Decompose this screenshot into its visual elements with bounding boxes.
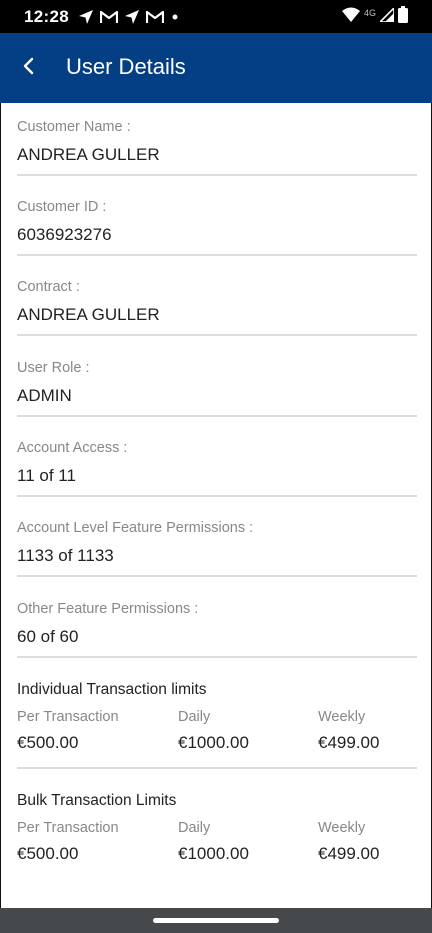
back-button[interactable] <box>14 53 44 83</box>
weekly-limit: Weekly €499.00 <box>318 820 379 864</box>
customer-name-field: Customer Name : ANDREA GULLER <box>17 103 417 176</box>
wifi-icon <box>341 7 360 27</box>
system-icons: 4G <box>341 5 408 28</box>
bulk-transaction-limits: Bulk Transaction Limits Per Transaction … <box>17 792 417 872</box>
limit-value: €500.00 <box>17 844 79 863</box>
section-title: Bulk Transaction Limits <box>17 792 177 809</box>
field-label: User Role : <box>17 360 90 376</box>
limit-label: Daily <box>178 709 211 725</box>
system-navigation-bar <box>0 908 432 933</box>
gmail-icon <box>100 10 118 24</box>
limit-value: €1000.00 <box>178 733 249 752</box>
battery-icon <box>398 6 408 28</box>
field-label: Other Feature Permissions : <box>17 601 199 617</box>
individual-transaction-limits: Individual Transaction limits Per Transa… <box>17 681 417 769</box>
field-value: ANDREA GULLER <box>17 305 160 324</box>
field-value: 11 of 11 <box>17 466 76 485</box>
limit-value: €499.00 <box>318 844 380 863</box>
field-value: ANDREA GULLER <box>17 145 160 164</box>
status-bar: 12:28 4G <box>0 0 432 33</box>
field-value: 6036923276 <box>17 225 112 244</box>
navigation-icon <box>78 9 94 25</box>
account-feature-permissions-field[interactable]: Account Level Feature Permissions : 1133… <box>17 504 417 577</box>
field-label: Customer Name : <box>17 119 131 135</box>
notification-icons <box>78 8 180 26</box>
field-label: Contract : <box>17 279 80 295</box>
contract-field: Contract : ANDREA GULLER <box>17 263 417 336</box>
limit-label: Per Transaction <box>17 820 119 836</box>
field-label: Account Access : <box>17 440 128 456</box>
app-bar: User Details <box>0 33 432 103</box>
per-transaction-limit: Per Transaction €500.00 <box>17 709 119 753</box>
per-transaction-limit: Per Transaction €500.00 <box>17 820 119 864</box>
limit-label: Weekly <box>318 820 366 836</box>
home-gesture-handle[interactable] <box>153 918 279 923</box>
daily-limit: Daily €1000.00 <box>178 820 249 864</box>
field-value: 1133 of 1133 <box>17 546 114 565</box>
field-value: ADMIN <box>17 386 72 405</box>
limit-label: Weekly <box>318 709 366 725</box>
user-role-field: User Role : ADMIN <box>17 344 417 417</box>
other-feature-permissions-field[interactable]: Other Feature Permissions : 60 of 60 <box>17 585 417 658</box>
limit-label: Daily <box>178 820 211 836</box>
page-title: User Details <box>66 54 186 79</box>
limit-value: €499.00 <box>318 733 380 752</box>
limit-value: €1000.00 <box>178 844 249 863</box>
gmail-icon <box>146 10 164 24</box>
weekly-limit: Weekly €499.00 <box>318 709 379 753</box>
dot-icon <box>170 12 180 22</box>
network-type: 4G <box>363 8 376 18</box>
limit-value: €500.00 <box>17 733 79 752</box>
signal-icon <box>378 5 395 27</box>
account-access-field[interactable]: Account Access : 11 of 11 <box>17 424 417 497</box>
user-details-content[interactable]: Customer Name : ANDREA GULLER Customer I… <box>0 103 432 908</box>
field-label: Customer ID : <box>17 199 107 215</box>
field-value: 60 of 60 <box>17 627 79 646</box>
chevron-left-icon <box>22 57 36 80</box>
section-title: Individual Transaction limits <box>17 681 207 698</box>
navigation-icon <box>124 9 140 25</box>
daily-limit: Daily €1000.00 <box>178 709 249 753</box>
status-time: 12:28 <box>24 7 69 26</box>
field-label: Account Level Feature Permissions : <box>17 520 254 536</box>
customer-id-field: Customer ID : 6036923276 <box>17 183 417 256</box>
limit-label: Per Transaction <box>17 709 119 725</box>
